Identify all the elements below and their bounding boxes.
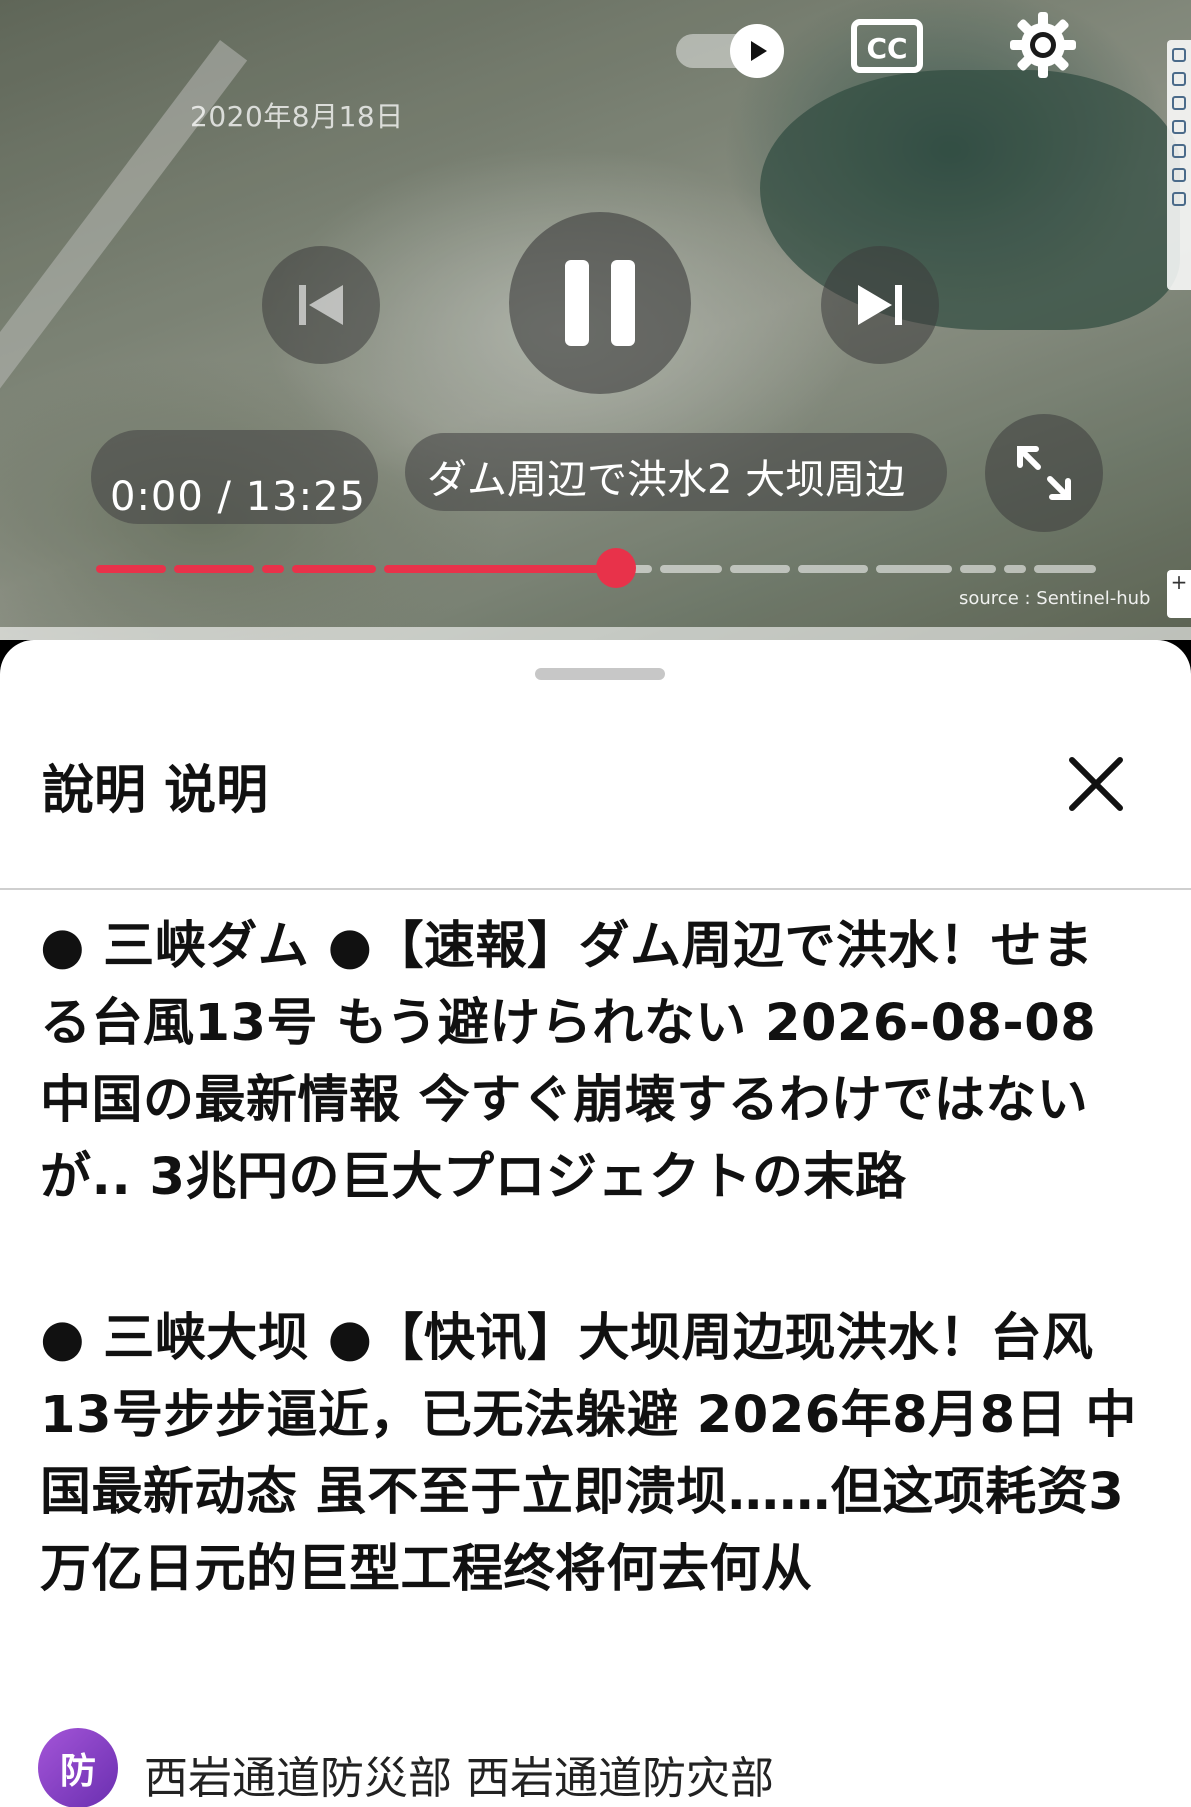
- close-icon: [1069, 757, 1123, 811]
- description-text-chinese: ● 三峡大坝 ●【快讯】大坝周边现洪水！台风13号步步逼近，已无法躲避 2026…: [40, 1309, 1137, 1599]
- autoplay-toggle[interactable]: [676, 24, 786, 78]
- progress-segment: [660, 565, 722, 573]
- autoplay-knob: [730, 24, 784, 78]
- pause-button[interactable]: [509, 212, 691, 394]
- channel-name[interactable]: 西岩通道防災部 西岩通道防灾部: [144, 1742, 774, 1806]
- progress-segment: [174, 565, 254, 573]
- pause-icon: [565, 260, 635, 346]
- progress-segment: [876, 565, 952, 573]
- closed-captions-icon: CC: [851, 19, 923, 73]
- skip-next-icon: [858, 285, 902, 325]
- sheet-divider: [0, 888, 1191, 890]
- map-attribution-bar: [0, 627, 1191, 640]
- progress-segment: [960, 565, 996, 573]
- cc-label: CC: [866, 32, 907, 65]
- progress-segment: [798, 565, 868, 573]
- progress-segment: [384, 565, 614, 573]
- video-player[interactable]: 2020年8月18日 + CC 0:00 / 13:25 ダム周辺で洪水2 大坝…: [0, 0, 1191, 640]
- map-tool-icon: [1172, 192, 1186, 206]
- progress-segment: [292, 565, 376, 573]
- fullscreen-button[interactable]: [985, 414, 1103, 532]
- sheet-title: 說明 说明: [42, 761, 269, 821]
- close-button[interactable]: [1064, 752, 1128, 816]
- time-display: 0:00 / 13:25: [110, 474, 367, 520]
- captions-button[interactable]: CC: [850, 16, 924, 76]
- map-zoom-control: +: [1167, 570, 1191, 618]
- map-tool-icon: [1172, 144, 1186, 158]
- progress-segment: [1004, 565, 1026, 573]
- skip-previous-icon: [299, 285, 343, 325]
- map-toolbar: [1167, 40, 1191, 290]
- channel-row[interactable]: 防 西岩通道防災部 西岩通道防灾部: [38, 1728, 1158, 1807]
- progress-segment: [96, 565, 166, 573]
- progress-segment: [730, 565, 790, 573]
- map-tool-icon: [1172, 120, 1186, 134]
- source-credit: source : Sentinel-hub: [959, 588, 1151, 609]
- progress-scrubber[interactable]: [596, 548, 636, 588]
- map-tool-icon: [1172, 96, 1186, 110]
- play-icon: [751, 41, 767, 61]
- video-title-pill[interactable]: ダム周辺で洪水2 大坝周边: [405, 433, 947, 511]
- next-button[interactable]: [821, 246, 939, 364]
- gear-icon: [1010, 12, 1076, 78]
- description-sheet: 說明 说明 ● 三峡ダム ●【速報】ダム周辺で洪水！せまる台風13号 もう避けら…: [0, 640, 1191, 1807]
- settings-button[interactable]: [1006, 8, 1080, 82]
- channel-avatar[interactable]: 防: [38, 1728, 118, 1807]
- video-title: ダム周辺で洪水2 大坝周边: [427, 457, 906, 503]
- progress-bar[interactable]: [96, 548, 1104, 588]
- fullscreen-icon: [1017, 446, 1071, 500]
- progress-segment: [1034, 565, 1096, 573]
- map-tool-icon: [1172, 48, 1186, 62]
- progress-segment: [262, 565, 284, 573]
- sheet-drag-handle[interactable]: [535, 668, 665, 680]
- map-tool-icon: [1172, 72, 1186, 86]
- description-text-japanese: ● 三峡ダム ●【速報】ダム周辺で洪水！せまる台風13号 もう避けられない 20…: [40, 917, 1097, 1207]
- map-tool-icon: [1172, 168, 1186, 182]
- previous-button[interactable]: [262, 246, 380, 364]
- video-date-stamp: 2020年8月18日: [190, 100, 404, 133]
